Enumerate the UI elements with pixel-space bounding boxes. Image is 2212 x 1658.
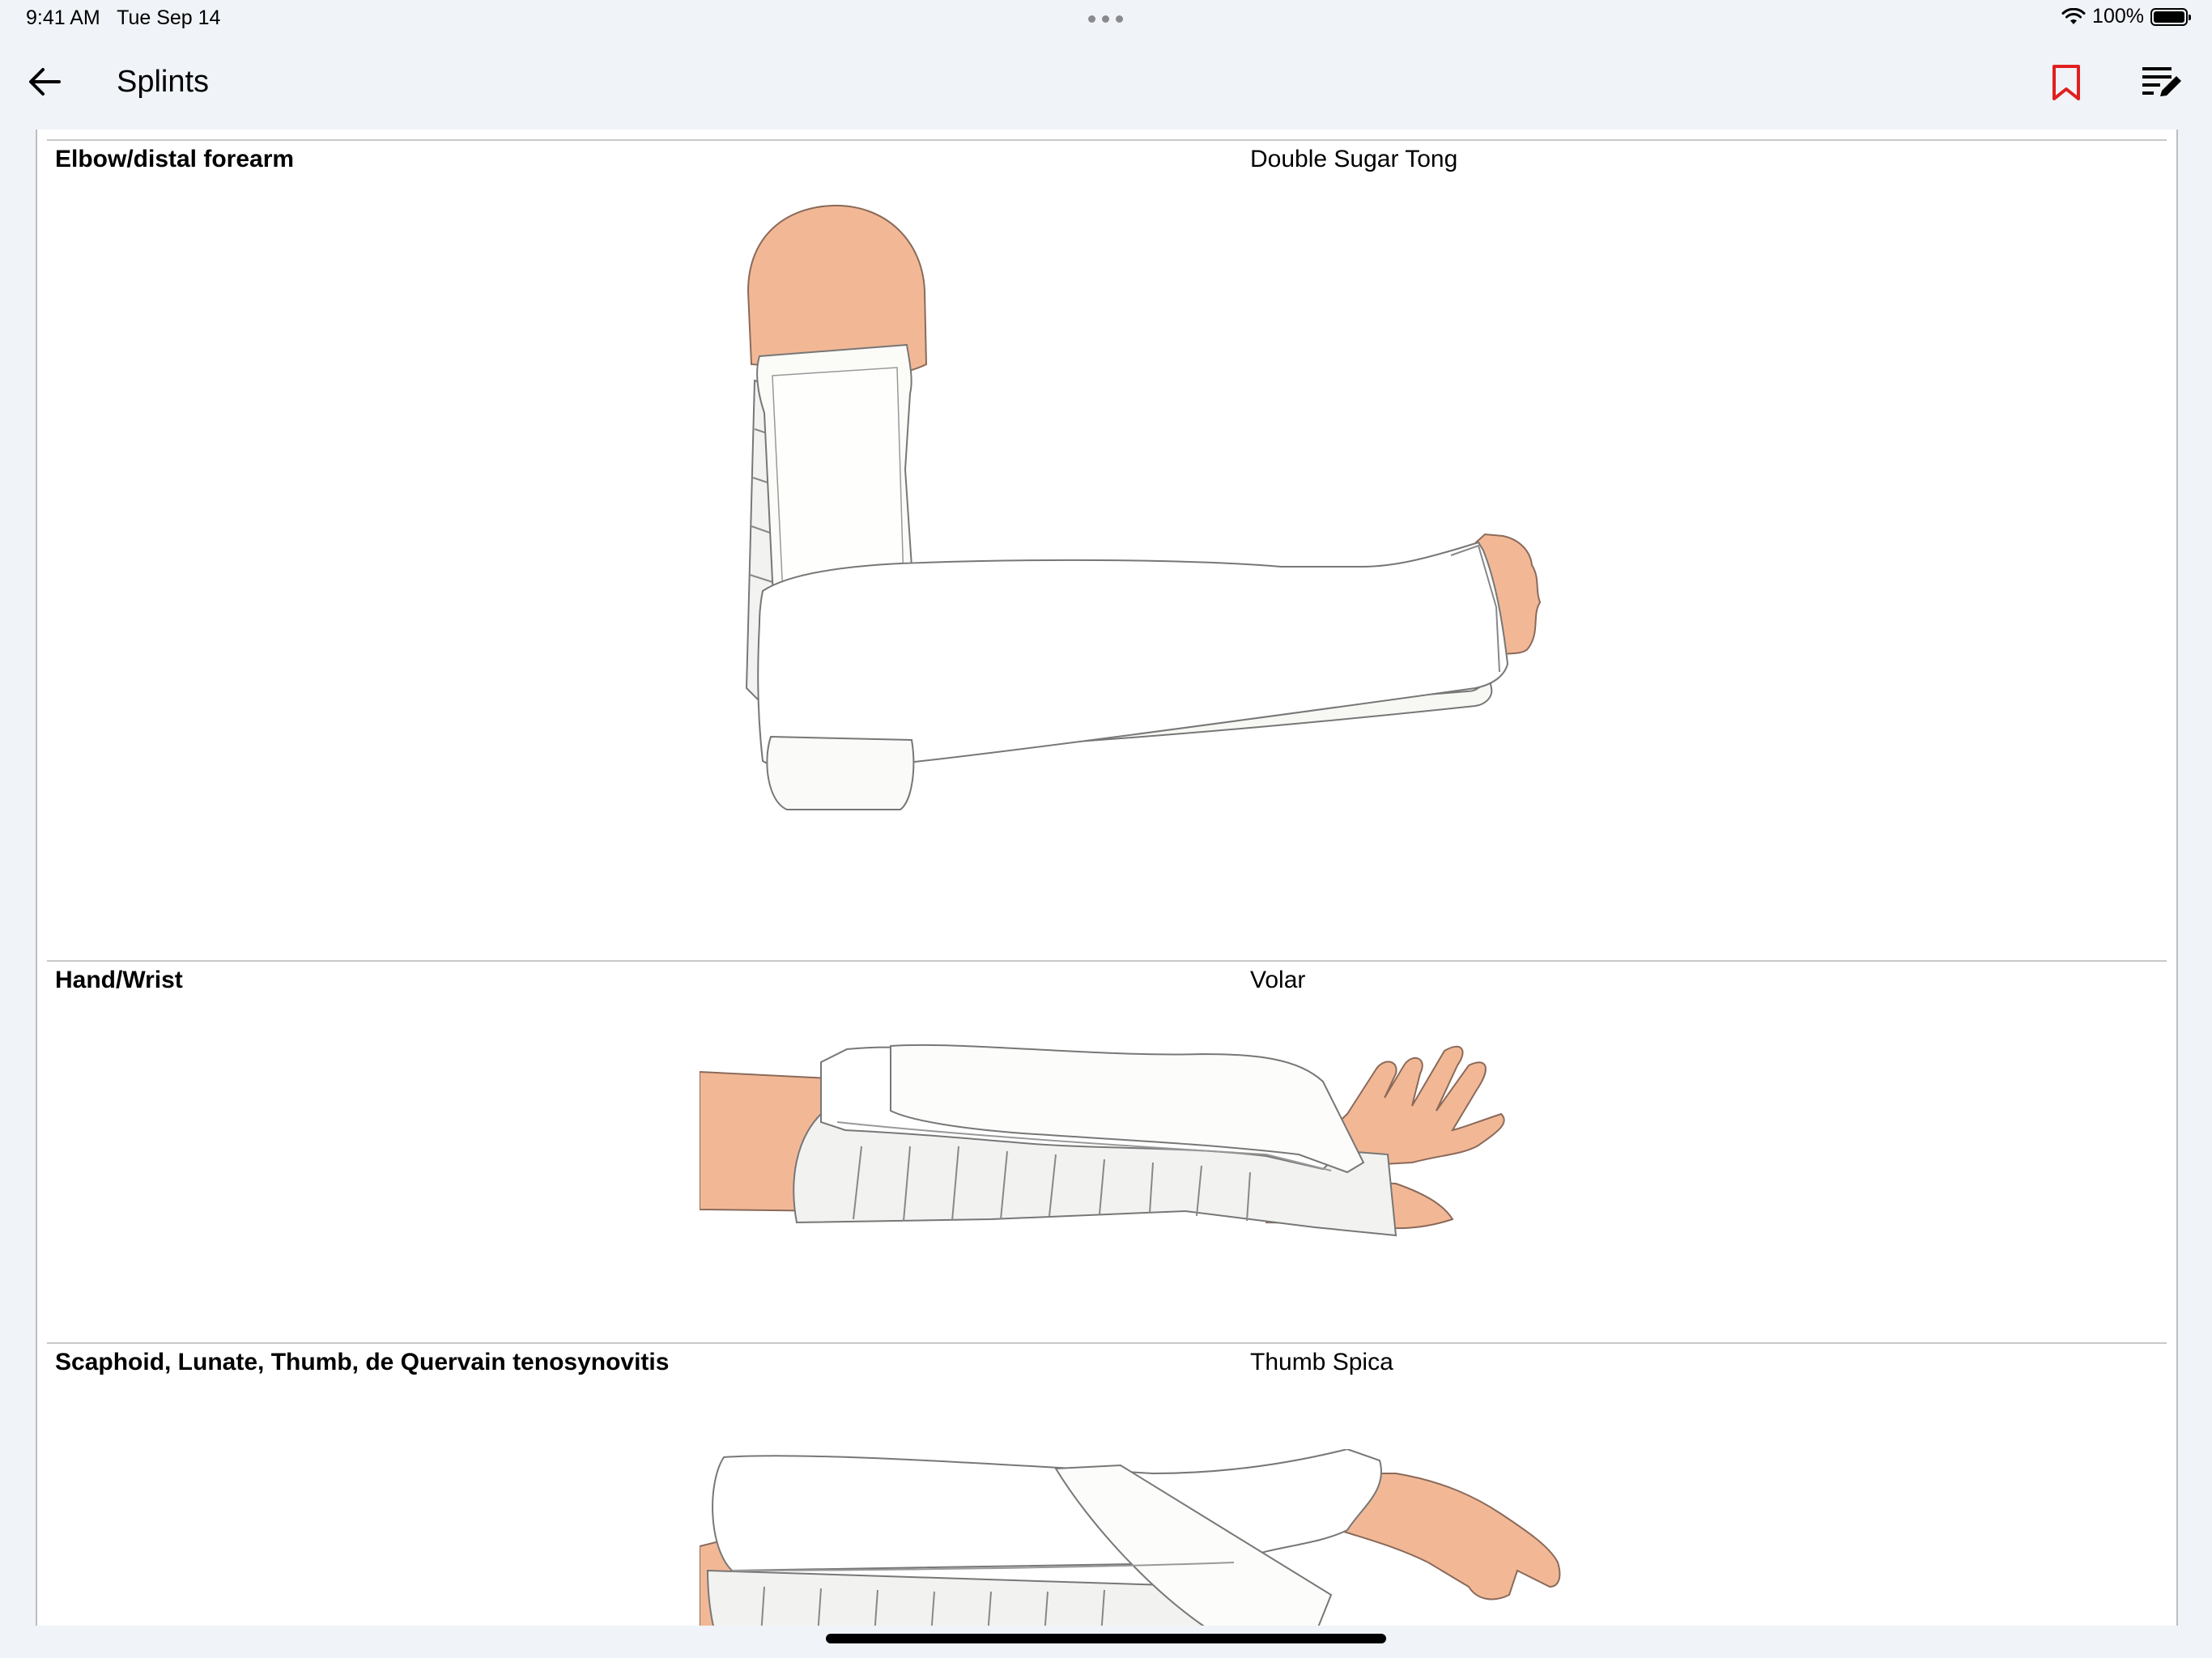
multitasking-dots[interactable] <box>1088 15 1123 23</box>
row-splint-name: Volar <box>1250 967 1306 993</box>
home-indicator[interactable] <box>826 1634 1386 1643</box>
row-region-label: Hand/Wrist <box>55 967 183 993</box>
row-splint-name: Double Sugar Tong <box>1250 146 1458 172</box>
edit-notes-button[interactable] <box>2138 60 2188 105</box>
status-time-date: 9:41 AM Tue Sep 14 <box>26 6 220 30</box>
table-row: Hand/Wrist Volar <box>47 960 2167 1342</box>
double-sugar-tong-illustration <box>745 204 1542 810</box>
list-edit-icon <box>2142 67 2181 96</box>
row-region-label: Elbow/distal forearm <box>55 146 295 172</box>
battery-icon <box>2150 7 2191 26</box>
page-title: Splints <box>117 65 210 99</box>
thumb-spica-illustration <box>700 1449 1561 1626</box>
row-splint-name: Thumb Spica <box>1250 1349 1393 1375</box>
nav-bar: Splints <box>0 39 2212 128</box>
arrow-left-icon <box>29 68 61 96</box>
table-row: Scaphoid, Lunate, Thumb, de Quervain ten… <box>47 1342 2167 1626</box>
status-time: 9:41 AM <box>26 6 100 29</box>
table-row: Elbow/distal forearm Double Sugar Tong <box>47 139 2167 960</box>
status-bar: 9:41 AM Tue Sep 14 100% <box>0 0 2212 39</box>
splint-table[interactable]: Elbow/distal forearm Double Sugar Tong H… <box>36 130 2178 1626</box>
battery-percent: 100% <box>2092 5 2144 28</box>
wifi-icon <box>2061 7 2086 24</box>
row-region-label: Scaphoid, Lunate, Thumb, de Quervain ten… <box>55 1349 670 1375</box>
back-button[interactable] <box>23 60 66 104</box>
status-indicators: 100% <box>2061 5 2191 28</box>
bookmark-icon <box>2052 65 2080 100</box>
bookmark-button[interactable] <box>2044 60 2089 105</box>
status-date: Tue Sep 14 <box>117 6 221 29</box>
volar-splint-illustration <box>700 1044 1505 1237</box>
